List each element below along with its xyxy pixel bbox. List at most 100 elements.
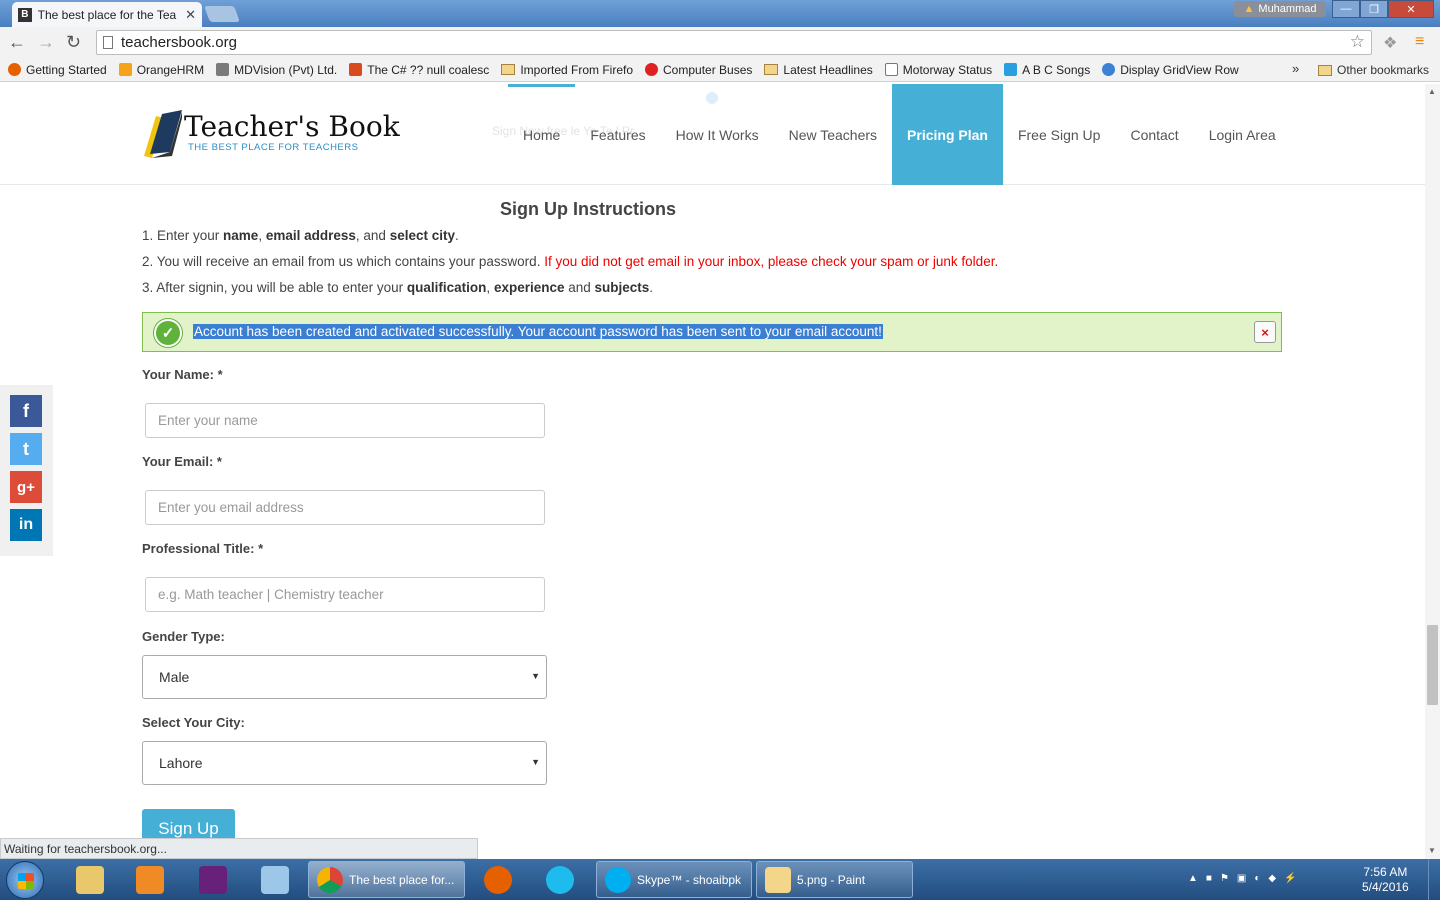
menu-icon[interactable]: ≡ bbox=[1415, 33, 1424, 51]
menu-features[interactable]: Features bbox=[575, 84, 660, 185]
address-bar[interactable]: teachersbook.org ☆ bbox=[96, 30, 1372, 55]
dropdown-arrow-icon: ▼ bbox=[531, 757, 540, 767]
google-plus-icon[interactable]: g+ bbox=[10, 471, 42, 503]
bookmark-star-icon[interactable]: ☆ bbox=[1350, 32, 1365, 52]
windows-taskbar: The best place for... Skype™ - shoaibpk … bbox=[0, 859, 1440, 900]
network-icon[interactable]: ◐ bbox=[1254, 873, 1260, 884]
facebook-icon[interactable]: f bbox=[10, 395, 42, 427]
alert-message: Account has been created and activated s… bbox=[193, 324, 883, 339]
bookmarks-overflow-icon[interactable]: » bbox=[1292, 61, 1299, 76]
mdvision-icon bbox=[216, 63, 230, 76]
bookmark-item[interactable]: Motorway Status bbox=[884, 62, 993, 77]
close-window-button[interactable]: ✕ bbox=[1388, 0, 1434, 18]
media-player-icon bbox=[136, 866, 164, 894]
twitter-icon[interactable]: t bbox=[10, 433, 42, 465]
loading-status: Waiting for teachersbook.org... bbox=[0, 838, 478, 859]
scroll-down-icon[interactable]: ▼ bbox=[1428, 846, 1436, 855]
bookmark-label: Motorway Status bbox=[902, 62, 993, 77]
reload-icon[interactable]: ↻ bbox=[66, 32, 81, 53]
close-alert-icon[interactable]: × bbox=[1254, 321, 1276, 343]
tab-title: The best place for the Tea bbox=[37, 7, 177, 22]
media-player-taskbar-button[interactable] bbox=[122, 863, 178, 897]
tray-expand-icon[interactable]: ▲ bbox=[1188, 873, 1198, 884]
pandora-icon bbox=[1004, 63, 1018, 76]
help-icon bbox=[645, 63, 659, 76]
city-label: Select Your City: bbox=[142, 715, 245, 730]
bookmark-item[interactable]: A B C Songs bbox=[1004, 63, 1090, 77]
city-select[interactable]: Lahore ▼ bbox=[142, 741, 547, 785]
clipboard-icon[interactable]: ▣ bbox=[1237, 873, 1246, 884]
minimize-button[interactable]: — bbox=[1332, 0, 1360, 18]
paint-icon bbox=[765, 866, 791, 893]
menu-free-sign-up[interactable]: Free Sign Up bbox=[1003, 84, 1115, 185]
professional-title-input[interactable] bbox=[145, 577, 545, 612]
explorer-taskbar-button[interactable] bbox=[62, 863, 118, 897]
volume-icon[interactable]: ◆ bbox=[1268, 873, 1276, 884]
gender-select[interactable]: Male ▼ bbox=[142, 655, 547, 699]
bookmark-label: Imported From Firefo bbox=[520, 62, 634, 77]
gender-label: Gender Type: bbox=[142, 629, 225, 644]
bookmark-item[interactable]: Imported From Firefo bbox=[501, 63, 633, 77]
page-scrollbar[interactable]: ▲ ▼ bbox=[1425, 84, 1440, 859]
browser-tab[interactable]: B The best place for the Tea ✕ bbox=[12, 2, 202, 27]
menu-pricing-plan[interactable]: Pricing Plan bbox=[892, 84, 1003, 185]
logo-title: Teacher's Book bbox=[184, 110, 400, 143]
linkedin-icon[interactable]: in bbox=[10, 509, 42, 541]
menu-login-area[interactable]: Login Area bbox=[1194, 84, 1291, 185]
ie-taskbar-button[interactable] bbox=[532, 863, 588, 897]
start-button[interactable] bbox=[6, 861, 44, 899]
email-input[interactable] bbox=[145, 490, 545, 525]
instructions-title: Sign Up Instructions bbox=[500, 199, 677, 219]
menu-contact[interactable]: Contact bbox=[1115, 84, 1193, 185]
flag-icon[interactable]: ⚑ bbox=[1220, 873, 1229, 884]
skype-task[interactable]: Skype™ - shoaibpk bbox=[596, 861, 752, 898]
tab-close-icon[interactable]: ✕ bbox=[185, 7, 196, 23]
system-clock[interactable]: 7:56 AM 5/4/2016 bbox=[1362, 865, 1409, 895]
skype-icon bbox=[605, 866, 631, 893]
scroll-thumb[interactable] bbox=[1427, 625, 1438, 705]
folder-icon bbox=[76, 866, 104, 894]
scroll-up-icon[interactable]: ▲ bbox=[1428, 87, 1436, 96]
notepad-taskbar-button[interactable] bbox=[247, 863, 303, 897]
bookmarks-bar: Getting Started OrangeHRM MDVision (Pvt) L… bbox=[0, 58, 1440, 82]
menu-how-it-works[interactable]: How It Works bbox=[661, 84, 774, 185]
bookmark-label: Computer Buses bbox=[663, 62, 753, 77]
show-desktop-button[interactable] bbox=[1428, 859, 1440, 900]
new-tab-button[interactable] bbox=[204, 6, 240, 22]
other-bookmarks-label: Other bookmarks bbox=[1337, 63, 1430, 77]
bookmark-item[interactable]: Latest Headlines bbox=[764, 63, 873, 77]
restore-button[interactable]: ❐ bbox=[1360, 0, 1388, 18]
menu-new-teachers[interactable]: New Teachers bbox=[774, 84, 892, 185]
bookmark-item[interactable]: Getting Started bbox=[8, 63, 107, 77]
spam-warning: If you did not get email in your inbox, … bbox=[544, 254, 999, 269]
visual-studio-taskbar-button[interactable] bbox=[185, 863, 241, 897]
menu-home[interactable]: Home bbox=[508, 84, 576, 185]
bookmark-item[interactable]: The C# ?? null coalesc bbox=[349, 63, 489, 77]
email-label: Your Email: * bbox=[142, 454, 222, 469]
forward-arrow-icon[interactable]: → bbox=[37, 32, 55, 53]
site-logo[interactable]: Teacher's Book THE BEST PLACE FOR TEACHE… bbox=[142, 108, 400, 160]
aspnet-icon bbox=[1102, 63, 1116, 76]
other-bookmarks[interactable]: Other bookmarks bbox=[1318, 63, 1429, 77]
firefox-taskbar-button[interactable] bbox=[470, 863, 526, 897]
bookmark-item[interactable]: OrangeHRM bbox=[118, 63, 204, 77]
firefox-icon bbox=[8, 63, 21, 76]
bookmark-item[interactable]: Computer Buses bbox=[645, 63, 752, 77]
success-alert: ✓ Account has been created and activated… bbox=[142, 312, 1282, 352]
battery-icon[interactable]: ⚡ bbox=[1284, 873, 1296, 884]
chrome-icon bbox=[317, 866, 343, 893]
visual-studio-icon bbox=[199, 866, 227, 894]
bookmark-item[interactable]: MDVision (Pvt) Ltd. bbox=[216, 63, 337, 77]
bookmark-item[interactable]: Display GridView Row bbox=[1102, 63, 1239, 77]
browser-toolbar: ← → ↻ teachersbook.org ☆ ❖ ≡ bbox=[0, 27, 1440, 58]
folder-icon bbox=[501, 64, 516, 75]
windows-tray-icon[interactable]: ■ bbox=[1206, 873, 1212, 884]
paint-task[interactable]: 5.png - Paint bbox=[756, 861, 913, 898]
back-arrow-icon[interactable]: ← bbox=[8, 32, 26, 53]
page-icon bbox=[103, 36, 113, 49]
professional-title-label: Professional Title: * bbox=[142, 541, 264, 556]
profile-button[interactable]: ▲ Muhammad bbox=[1234, 1, 1326, 17]
dropbox-icon[interactable]: ❖ bbox=[1383, 33, 1397, 53]
chrome-task[interactable]: The best place for... bbox=[308, 861, 465, 898]
name-input[interactable] bbox=[145, 403, 545, 438]
